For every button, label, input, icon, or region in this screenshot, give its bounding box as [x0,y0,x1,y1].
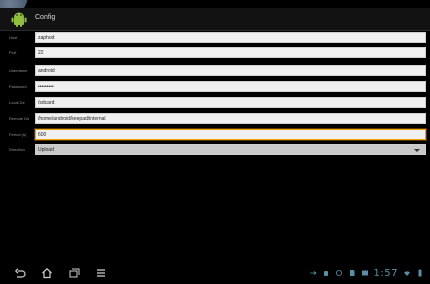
direction-select-value: Upload [38,147,54,153]
menu-icon[interactable] [95,267,107,279]
password-label: Password [9,84,27,89]
recent-apps-icon[interactable] [68,267,80,279]
username-row: Username [0,64,430,78]
gallery-icon [361,270,368,276]
back-icon[interactable] [14,267,26,279]
debug-icon [323,271,328,276]
direction-label: Direction [9,147,25,152]
local-dir-row: Local Dir [0,96,430,110]
host-input[interactable] [35,32,426,43]
local-dir-label: Local Dir [9,100,25,105]
direction-select[interactable]: Upload [35,144,426,155]
period-input[interactable] [35,129,426,140]
port-row: Port [0,46,430,60]
sync-icon [335,270,342,276]
page-title: Config [35,14,56,21]
status-area[interactable]: 1:57 [309,267,424,279]
remote-dir-input[interactable] [35,113,426,124]
remote-dir-row: Remote Dir [0,112,430,126]
host-label: Host [9,35,18,40]
period-label: Period (s) [9,132,27,137]
direction-row: Direction Upload [0,143,430,157]
password-input[interactable] [35,81,426,92]
battery-icon [418,269,422,277]
username-input[interactable] [35,65,426,76]
username-label: Username [9,68,28,73]
password-row: Password [0,80,430,94]
usb-icon [309,271,317,275]
app-screen: Config Host Port Username Password Local… [0,0,430,284]
title-bar: Config [0,8,430,31]
port-label: Port [9,50,17,55]
remote-dir-label: Remote Dir [9,116,30,121]
dropdown-arrow-icon [414,149,420,152]
port-input[interactable] [35,47,426,58]
host-row: Host [0,31,430,45]
android-icon [11,12,27,27]
sd-card-icon [349,270,355,276]
wifi-icon [404,271,410,276]
home-icon[interactable] [41,267,53,279]
local-dir-input[interactable] [35,97,426,108]
period-row: Period (s) [0,128,430,142]
system-navigation-bar: 1:57 [0,262,430,284]
clock: 1:57 [373,267,398,279]
